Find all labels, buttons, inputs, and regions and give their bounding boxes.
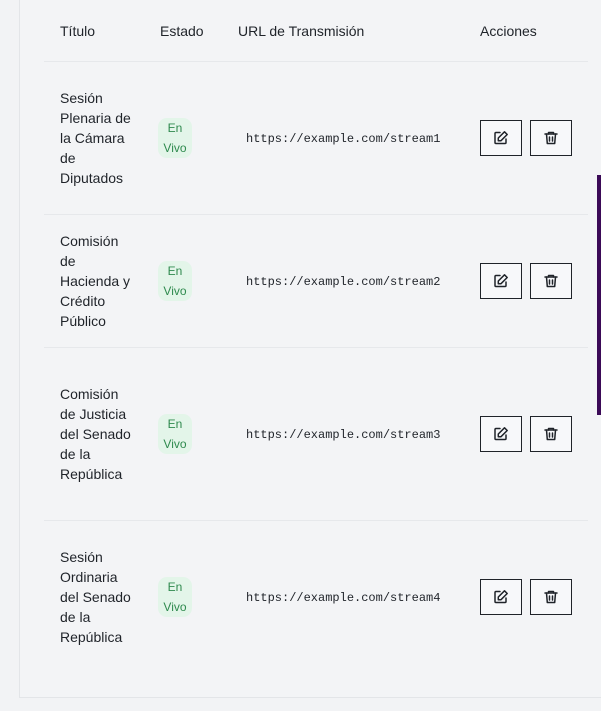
side-accent-bar <box>597 175 601 415</box>
status-badge: En Vivo <box>158 577 192 618</box>
status-badge: En Vivo <box>158 261 192 301</box>
table-row: Sesión Ordinaria del Senado de la Repúbl… <box>44 521 588 674</box>
edit-button[interactable] <box>480 120 522 156</box>
row-title: Comisión de Justicia del Senado de la Re… <box>60 386 131 482</box>
edit-icon <box>494 131 508 145</box>
page: Título Estado URL de Transmisión Accione… <box>0 0 601 711</box>
edit-button[interactable] <box>480 263 522 299</box>
delete-button[interactable] <box>530 416 572 452</box>
row-actions <box>480 416 588 452</box>
edit-icon <box>494 274 508 288</box>
row-title: Sesión Ordinaria del Senado de la Repúbl… <box>60 549 131 646</box>
header-status: Estado <box>160 0 238 62</box>
row-actions <box>480 579 588 616</box>
delete-button[interactable] <box>530 579 572 616</box>
delete-button[interactable] <box>530 120 572 156</box>
table-row: Sesión Plenaria de la Cámara de Diputado… <box>44 61 588 215</box>
header-url: URL de Transmisión <box>238 0 480 62</box>
stream-url: https://example.com/stream2 <box>246 275 441 289</box>
table-row: Comisión de Justicia del Senado de la Re… <box>44 347 588 521</box>
status-badge: En Vivo <box>158 118 192 158</box>
stream-url: https://example.com/stream4 <box>246 591 441 606</box>
table-header-row: Título Estado URL de Transmisión Accione… <box>44 0 588 62</box>
row-actions <box>480 263 588 299</box>
edit-button[interactable] <box>480 579 522 616</box>
trash-icon <box>544 131 558 145</box>
row-title: Sesión Plenaria de la Cámara de Diputado… <box>60 90 131 186</box>
trash-icon <box>544 591 558 604</box>
edit-button[interactable] <box>480 416 522 452</box>
header-title: Título <box>44 0 160 62</box>
trash-icon <box>544 274 558 288</box>
table-row: Comisión de Hacienda y Crédito Público E… <box>44 214 588 348</box>
streams-table: Título Estado URL de Transmisión Accione… <box>44 0 588 674</box>
trash-icon <box>544 427 558 441</box>
edit-icon <box>494 427 508 441</box>
row-actions <box>480 120 588 156</box>
stream-url: https://example.com/stream1 <box>246 132 441 146</box>
stream-url: https://example.com/stream3 <box>246 428 441 442</box>
status-badge: En Vivo <box>158 414 192 454</box>
header-actions: Acciones <box>480 0 588 62</box>
row-title: Comisión de Hacienda y Crédito Público <box>60 233 131 329</box>
delete-button[interactable] <box>530 263 572 299</box>
edit-icon <box>494 590 508 604</box>
